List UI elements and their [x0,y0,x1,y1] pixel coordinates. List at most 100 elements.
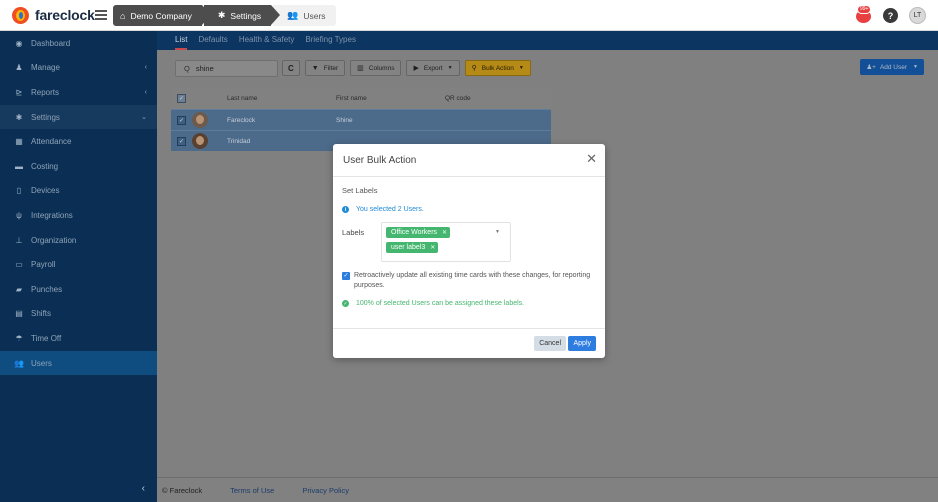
column-header-qr-code[interactable]: QR code [445,95,545,102]
breadcrumb-settings[interactable]: ✱ Settings [203,5,281,26]
apply-button[interactable]: Apply [568,336,596,351]
sidebar-item-payroll[interactable]: ▭ Payroll [0,252,157,277]
row-checkbox[interactable]: ✓ [177,136,186,146]
sidebar-item-time-off[interactable]: ☂ Time Off [0,326,157,351]
sidebar-item-costing[interactable]: ▬ Costing [0,154,157,179]
add-user-button[interactable]: ♟+ Add User ▼ [860,59,924,75]
notifications-button[interactable]: 99+ [855,5,872,24]
sitemap-icon: ⊥ [15,235,23,245]
table-icon: ▦ [15,137,23,147]
info-icon: i [342,206,349,213]
row-checkbox[interactable]: ✓ [177,115,186,125]
tab-health-safety[interactable]: Health & Safety [239,31,295,50]
cell-last-name: Fareclock [227,116,256,124]
check-circle-icon: ✓ [342,300,349,307]
top-right-actions: 99+ ? LT [855,5,926,24]
sidebar-item-label: Costing [31,161,59,171]
fareclock-logo-icon [12,6,29,24]
cell-first-name: Shine [336,116,353,124]
retroactive-option[interactable]: ✓ Retroactively update all existing time… [342,271,596,291]
sidebar-item-label: Settings [31,112,60,122]
label-tag: Office Workers ✕ [386,227,451,238]
table-row[interactable]: ✓ Fareclock Shine [171,109,551,130]
labels-multiselect[interactable]: Office Workers ✕ user label3 ✕ ▼ [381,222,511,262]
privacy-link[interactable]: Privacy Policy [302,486,349,495]
label-tag-text: Office Workers [391,229,438,236]
top-bar: fareclock ⌂ Demo Company ✱ Settings 👥 Us… [0,0,938,31]
sidebar-item-attendance[interactable]: ▦ Attendance [0,129,157,154]
add-user-icon: ♟+ [866,64,876,71]
tab-list[interactable]: List [175,31,188,50]
selection-info-text: You selected 2 Users. [356,206,424,213]
remove-tag-icon[interactable]: ✕ [442,229,447,236]
sidebar-item-integrations[interactable]: ψ Integrations [0,203,157,228]
breadcrumb-users-label: Users [303,10,326,21]
column-header-first-name[interactable]: First name [336,95,445,102]
terms-link[interactable]: Terms of Use [230,486,274,495]
help-icon[interactable]: ? [883,8,898,23]
sidebar-item-organization[interactable]: ⊥ Organization [0,228,157,253]
copyright-text: © Fareclock [162,485,203,495]
sidebar-item-label: Punches [31,284,63,294]
caret-down-icon[interactable]: ▼ [495,229,500,235]
sidebar-item-label: Manage [31,63,60,73]
sidebar: ◉ Dashboard ♟ Manage ‹ ⊵ Reports ‹ ✱ Set… [0,31,157,502]
remove-tag-icon[interactable]: ✕ [430,244,435,251]
label-tag-text: user label3 [391,244,426,251]
gear-icon: ✱ [217,10,226,20]
sidebar-collapse-icon[interactable]: ‹ [142,483,145,494]
filter-button[interactable]: ▼ Filter [304,60,346,76]
caret-down-icon: ▼ [913,64,918,70]
sidebar-item-devices[interactable]: ▯ Devices [0,179,157,204]
cancel-button[interactable]: Cancel [534,336,566,351]
avatar [192,133,208,149]
notification-count: 99+ [857,5,872,14]
avatar[interactable]: LT [909,7,926,24]
menu-toggle-icon[interactable] [95,10,107,20]
chevron-down-icon: ⌄ [141,114,147,122]
retroactive-checkbox[interactable]: ✓ [342,272,350,280]
select-all-checkbox[interactable]: ✓ [177,94,186,103]
columns-icon: ▥ [357,65,364,72]
wand-icon: ⚲ [471,65,477,72]
columns-label: Columns [368,64,395,72]
tab-briefing-types[interactable]: Briefing Types [305,31,356,50]
bulk-action-label: Bulk Action [481,64,514,72]
sidebar-item-label: Shifts [31,309,52,319]
refresh-button[interactable]: C [282,60,300,76]
chart-icon: ⊵ [15,87,23,97]
app-logo[interactable]: fareclock [12,6,95,24]
section-title: Set Labels [342,186,378,195]
chevron-left-icon: ‹ [144,64,147,72]
sidebar-item-reports[interactable]: ⊵ Reports ‹ [0,80,157,105]
sidebar-item-shifts[interactable]: ▤ Shifts [0,302,157,327]
tab-defaults[interactable]: Defaults [198,31,227,50]
sidebar-item-punches[interactable]: ▰ Punches [0,277,157,302]
close-icon[interactable]: ✕ [586,152,597,166]
sidebar-item-label: Integrations [31,210,73,220]
umbrella-icon: ☂ [15,333,23,343]
columns-button[interactable]: ▥ Columns [350,60,402,76]
breadcrumb-company[interactable]: ⌂ Demo Company [113,5,211,26]
bulk-action-button[interactable]: ⚲ Bulk Action ▼ [464,60,531,76]
assignability-status: ✓ 100% of selected Users can be assigned… [342,300,596,307]
bulk-action-modal: User Bulk Action ✕ Set Labels i You sele… [333,144,605,358]
add-user-label: Add User [879,63,908,71]
sidebar-item-users[interactable]: 👥 Users [0,350,157,376]
sidebar-item-manage[interactable]: ♟ Manage ‹ [0,56,157,81]
assignability-text: 100% of selected Users can be assigned t… [356,300,525,307]
sidebar-item-settings[interactable]: ✱ Settings ⌄ [0,104,157,130]
avatar [192,112,208,128]
filter-label: Filter [323,64,339,72]
users-table: ✓ Last name First name QR code ✓ Fareclo… [171,88,551,151]
truck-icon: ▰ [15,284,23,294]
breadcrumb-users[interactable]: 👥 Users [273,5,336,26]
search-input[interactable] [195,63,256,73]
export-button[interactable]: ▶ Export ▼ [406,60,460,76]
search-field[interactable]: Q [175,59,278,77]
table-header: ✓ Last name First name QR code [171,88,551,109]
sidebar-item-dashboard[interactable]: ◉ Dashboard [0,31,157,56]
column-header-last-name[interactable]: Last name [227,95,336,102]
export-icon: ▶ [413,65,419,72]
sidebar-item-label: Organization [31,235,77,245]
